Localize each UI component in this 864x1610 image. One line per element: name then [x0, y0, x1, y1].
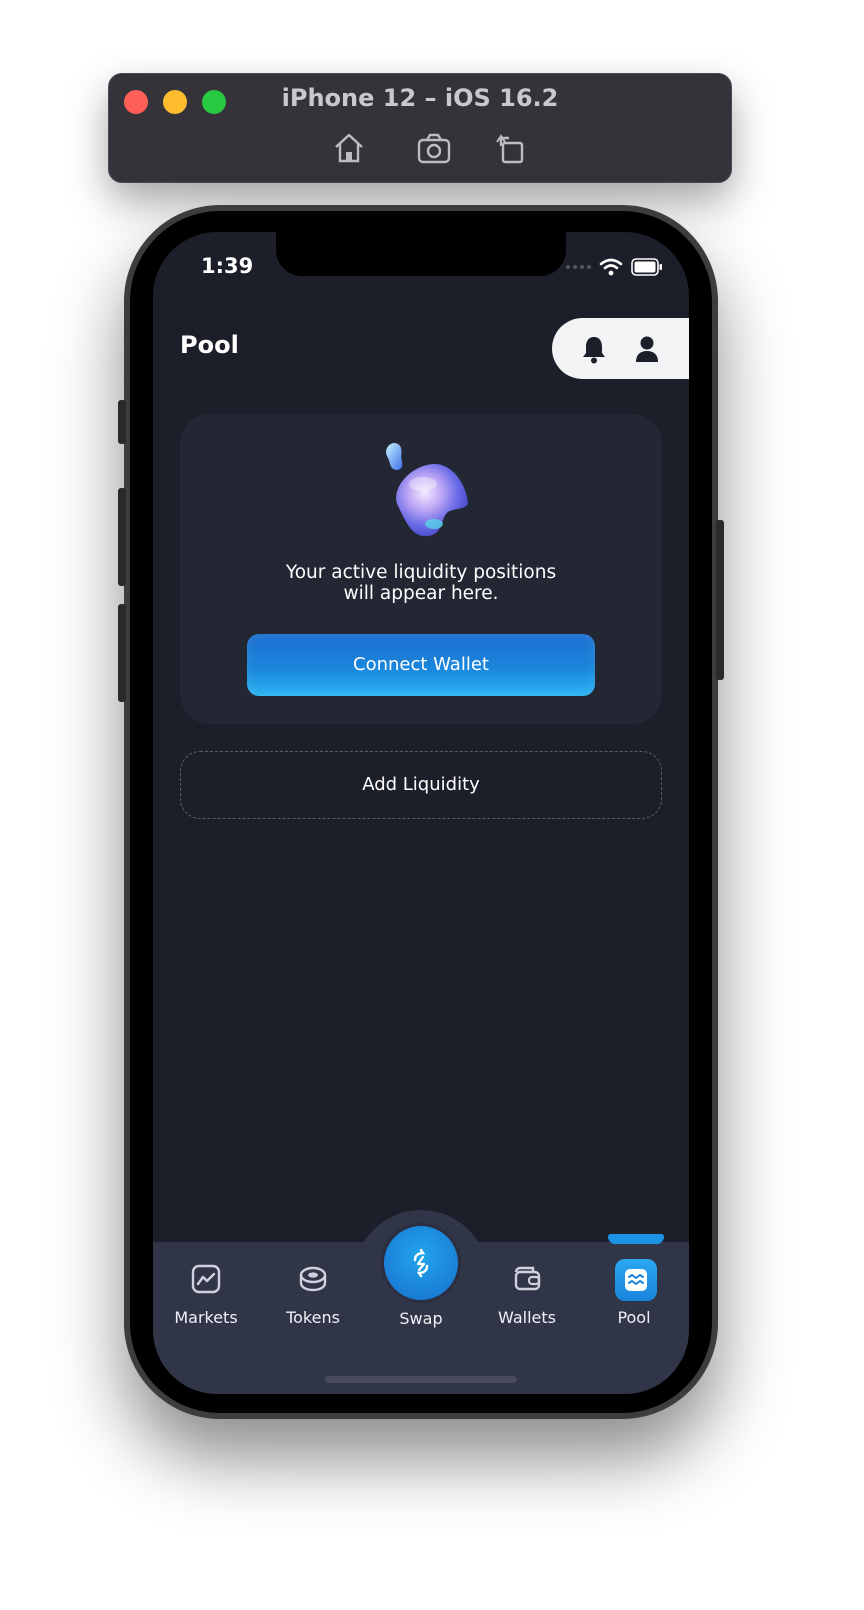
empty-state-message: Your active liquidity positions will app…	[180, 562, 662, 604]
tab-markets[interactable]: Markets	[156, 1262, 256, 1327]
simulator-title: iPhone 12 – iOS 16.2	[281, 84, 559, 112]
wallet-icon	[510, 1262, 544, 1296]
rotate-icon[interactable]	[493, 130, 529, 166]
active-tab-indicator	[608, 1234, 664, 1244]
swap-icon	[413, 1248, 429, 1278]
tab-pool[interactable]: Pool	[584, 1262, 684, 1327]
home-indicator[interactable]	[325, 1376, 517, 1383]
liquid-blob-illustration	[386, 442, 468, 537]
tab-tokens[interactable]: Tokens	[263, 1262, 363, 1327]
coins-icon	[296, 1262, 330, 1296]
page-title: Pool	[180, 331, 239, 359]
wifi-icon	[599, 258, 623, 276]
volume-up-button	[118, 488, 126, 586]
tab-wallets[interactable]: Wallets	[477, 1262, 577, 1327]
screenshot-icon[interactable]	[416, 130, 452, 166]
tab-swap[interactable]	[384, 1226, 458, 1300]
empty-state-line1: Your active liquidity positions	[285, 562, 557, 583]
tab-pool-label: Pool	[617, 1308, 651, 1327]
chart-icon	[189, 1262, 223, 1296]
cellular-dots-icon	[566, 265, 591, 269]
status-time: 1:39	[201, 254, 254, 278]
add-liquidity-button[interactable]: Add Liquidity	[180, 751, 662, 819]
user-icon[interactable]	[630, 332, 664, 366]
app-screen: 1:39 Pool Your active liquidity position…	[153, 232, 689, 1394]
notch	[276, 232, 566, 276]
header-actions	[552, 318, 689, 379]
empty-positions-card: Your active liquidity positions will app…	[180, 414, 662, 724]
empty-state-line2: will appear here.	[343, 583, 499, 604]
tab-markets-label: Markets	[174, 1308, 238, 1327]
status-icons	[565, 256, 663, 278]
power-button	[716, 520, 724, 680]
tab-swap-label: Swap	[399, 1309, 443, 1328]
home-icon[interactable]	[331, 130, 367, 166]
bell-icon[interactable]	[577, 332, 611, 366]
mute-switch	[118, 400, 126, 444]
battery-icon	[631, 258, 662, 276]
tab-wallets-label: Wallets	[498, 1308, 556, 1327]
tab-tokens-label: Tokens	[286, 1308, 340, 1327]
connect-wallet-button[interactable]: Connect Wallet	[247, 634, 595, 696]
volume-down-button	[118, 604, 126, 702]
